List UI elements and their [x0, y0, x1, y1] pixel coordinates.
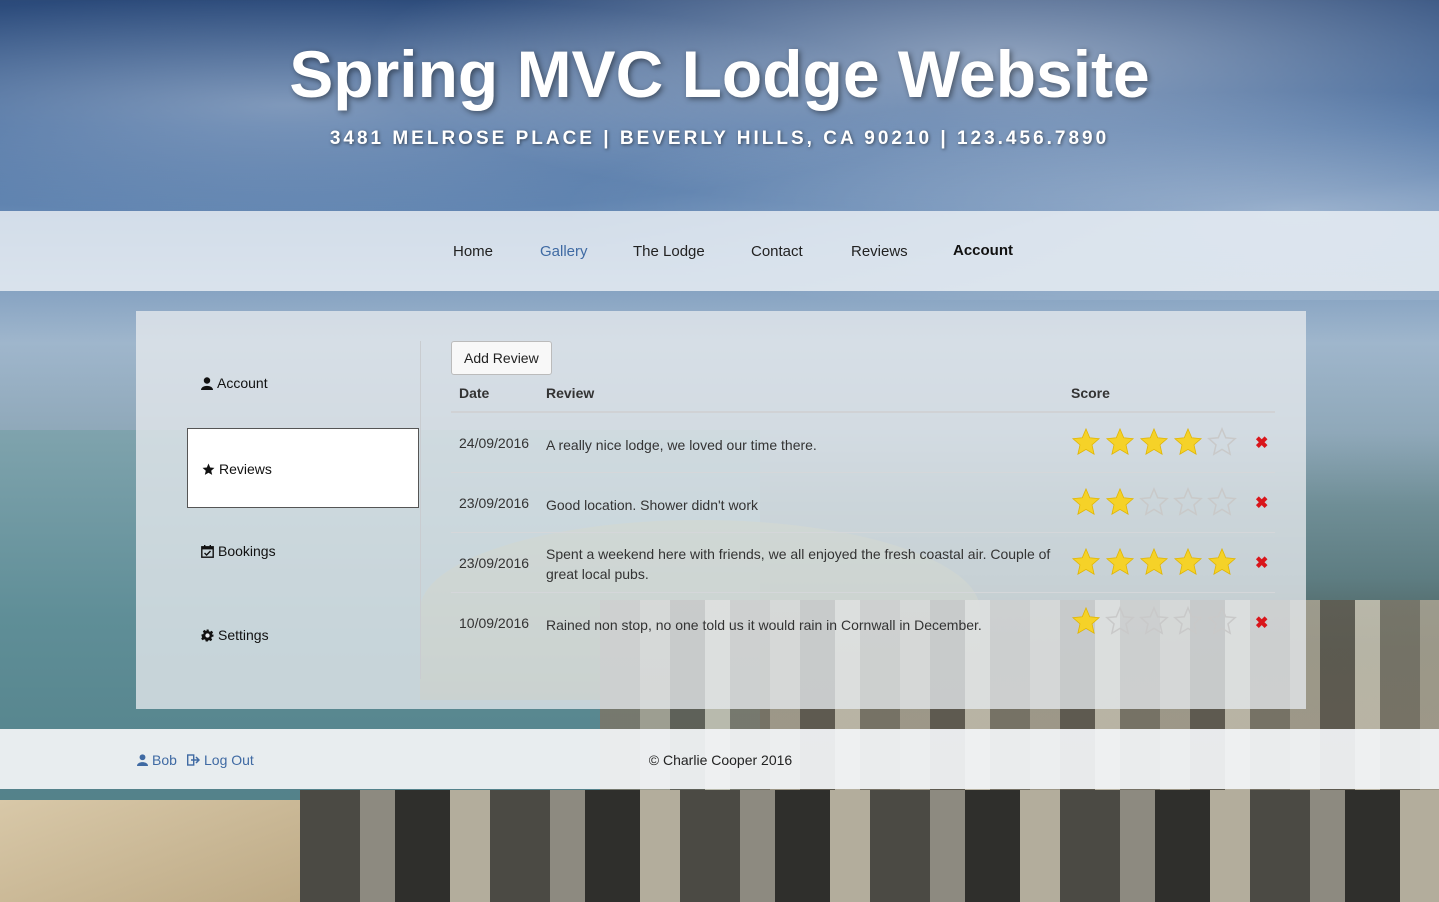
site-footer: Bob Log Out © Charlie Cooper 2016	[0, 729, 1439, 789]
column-header-score: Score	[1071, 385, 1110, 401]
review-score	[1071, 606, 1237, 636]
review-text: Rained non stop, no one told us it would…	[546, 617, 982, 633]
nav-account[interactable]: Account	[953, 242, 1013, 259]
delete-x-icon[interactable]: ✖	[1255, 553, 1268, 573]
sidebar-item-bookings[interactable]: Bookings	[187, 513, 419, 593]
review-score	[1071, 427, 1237, 457]
copyright-text: © Charlie Cooper 2016	[648, 752, 793, 768]
star-filled-icon	[1173, 547, 1203, 576]
calendar-check-icon	[201, 544, 214, 558]
column-header-review: Review	[546, 385, 595, 401]
user-icon	[201, 376, 213, 390]
account-panel: Account Reviews Bookings Settings Add Re…	[136, 311, 1306, 709]
sidebar-item-label: Settings	[218, 627, 269, 643]
site-title: Spring MVC Lodge Website	[289, 37, 1150, 111]
delete-x-icon[interactable]: ✖	[1255, 493, 1268, 513]
star-filled-icon	[1173, 427, 1203, 456]
gear-icon	[201, 629, 214, 641]
star-filled-icon	[1105, 547, 1135, 576]
star-empty-icon	[1207, 606, 1237, 635]
table-row: 23/09/2016 Good location. Shower didn't …	[451, 473, 1275, 533]
star-filled-icon	[1139, 427, 1169, 456]
star-filled-icon	[1105, 487, 1135, 516]
star-empty-icon	[1173, 487, 1203, 516]
nav-contact[interactable]: Contact	[751, 243, 803, 260]
review-date: 23/09/2016	[459, 495, 530, 511]
column-header-date: Date	[459, 385, 490, 401]
table-row: 10/09/2016 Rained non stop, no one told …	[451, 593, 1275, 653]
nav-the-lodge[interactable]: The Lodge	[633, 243, 705, 260]
sidebar-item-label: Reviews	[219, 461, 272, 477]
review-date: 24/09/2016	[459, 435, 530, 451]
review-date: 23/09/2016	[459, 555, 530, 571]
star-filled-icon	[1071, 606, 1101, 635]
star-filled-icon	[1071, 487, 1101, 516]
review-text: A really nice lodge, we loved our time t…	[546, 437, 817, 453]
review-date: 10/09/2016	[459, 615, 530, 631]
nav-home[interactable]: Home	[453, 243, 493, 260]
table-row: 23/09/2016 Spent a weekend here with fri…	[451, 533, 1275, 593]
review-score	[1071, 547, 1237, 577]
sidebar-divider	[420, 341, 421, 679]
star-icon	[202, 463, 215, 475]
star-filled-icon	[1207, 547, 1237, 576]
review-score	[1071, 487, 1237, 517]
sidebar-item-label: Bookings	[218, 543, 276, 559]
site-address: 3481 MELROSE PLACE | BEVERLY HILLS, CA 9…	[329, 128, 1110, 149]
delete-x-icon[interactable]: ✖	[1255, 433, 1268, 453]
sidebar-item-label: Account	[217, 375, 268, 391]
sidebar-item-reviews[interactable]: Reviews	[187, 428, 419, 508]
table-row: 24/09/2016 A really nice lodge, we loved…	[451, 413, 1275, 473]
star-empty-icon	[1139, 606, 1169, 635]
star-empty-icon	[1173, 606, 1203, 635]
review-text: Spent a weekend here with friends, we al…	[546, 546, 1051, 582]
star-filled-icon	[1071, 427, 1101, 456]
star-filled-icon	[1105, 427, 1135, 456]
star-empty-icon	[1105, 606, 1135, 635]
sidebar-item-account[interactable]: Account	[187, 345, 419, 425]
add-review-button[interactable]: Add Review	[451, 341, 552, 375]
star-empty-icon	[1139, 487, 1169, 516]
star-empty-icon	[1207, 427, 1237, 456]
delete-x-icon[interactable]: ✖	[1255, 613, 1268, 633]
star-filled-icon	[1071, 547, 1101, 576]
nav-reviews[interactable]: Reviews	[851, 243, 908, 260]
main-navbar: Home Gallery The Lodge Contact Reviews A…	[0, 211, 1439, 291]
nav-gallery[interactable]: Gallery	[540, 243, 588, 260]
sidebar-item-settings[interactable]: Settings	[187, 597, 419, 677]
star-empty-icon	[1207, 487, 1237, 516]
review-text: Good location. Shower didn't work	[546, 497, 759, 513]
site-header: Spring MVC Lodge Website 3481 MELROSE PL…	[0, 0, 1439, 211]
star-filled-icon	[1139, 547, 1169, 576]
